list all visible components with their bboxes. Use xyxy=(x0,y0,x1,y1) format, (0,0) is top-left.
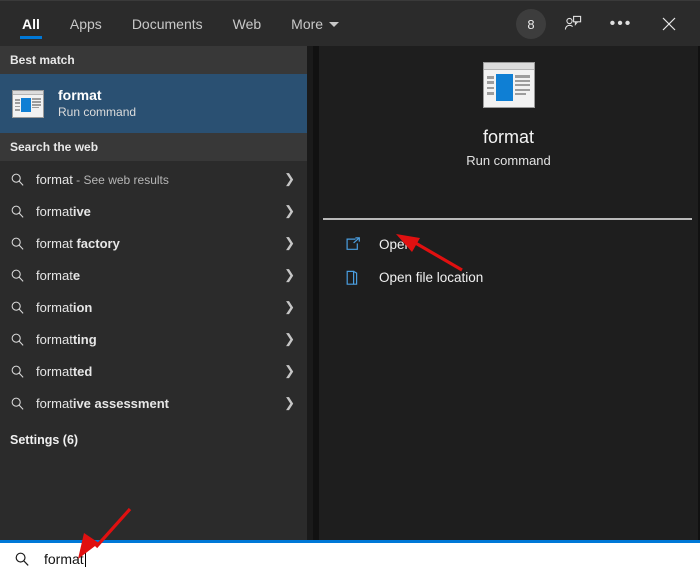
tab-list: All Apps Documents Web More xyxy=(20,1,341,47)
settings-header: Settings (6) xyxy=(0,427,307,453)
ellipsis-icon[interactable]: ••• xyxy=(600,1,642,47)
open-action[interactable]: Open xyxy=(319,228,698,261)
tab-documents-label: Documents xyxy=(132,16,203,32)
list-item-label: formatted xyxy=(36,364,284,379)
web-suggestion-list: format - See web results ❯ formative ❯ xyxy=(0,161,307,419)
tab-more[interactable]: More xyxy=(289,1,341,47)
search-magnifier-icon xyxy=(10,204,36,219)
list-item[interactable]: format factory ❯ xyxy=(0,227,307,259)
list-item[interactable]: formate ❯ xyxy=(0,259,307,291)
list-item-label: formation xyxy=(36,300,284,315)
tab-apps[interactable]: Apps xyxy=(68,1,104,47)
chevron-right-icon: ❯ xyxy=(284,267,295,283)
search-tab-bar: All Apps Documents Web More 8 xyxy=(0,0,700,46)
run-command-window-icon xyxy=(12,90,44,118)
feedback-person-icon[interactable] xyxy=(552,1,594,47)
list-item[interactable]: formative assessment ❯ xyxy=(0,387,307,419)
chevron-right-icon: ❯ xyxy=(284,331,295,347)
open-action-label: Open xyxy=(379,237,412,252)
search-magnifier-icon xyxy=(10,236,36,251)
search-input[interactable]: format xyxy=(44,551,84,567)
results-panel: Best match format Run command xyxy=(0,46,307,540)
list-item[interactable]: format - See web results ❯ xyxy=(0,163,307,195)
open-file-location-label: Open file location xyxy=(379,270,483,285)
list-item[interactable]: formatting ❯ xyxy=(0,323,307,355)
chevron-right-icon: ❯ xyxy=(284,171,295,187)
list-item-label: formative assessment xyxy=(36,396,284,411)
preview-panel: format Run command Open xyxy=(313,46,700,540)
best-match-header: Best match xyxy=(0,46,307,74)
chevron-right-icon: ❯ xyxy=(284,203,295,219)
open-file-location-action[interactable]: Open file location xyxy=(319,261,698,294)
run-command-window-icon xyxy=(483,62,535,108)
search-magnifier-icon xyxy=(10,300,36,315)
open-external-icon xyxy=(345,237,379,252)
tab-web[interactable]: Web xyxy=(231,1,264,47)
window-controls: 8 ••• xyxy=(516,1,690,47)
search-the-web-header: Search the web xyxy=(0,133,307,161)
chevron-right-icon: ❯ xyxy=(284,363,295,379)
folder-open-icon xyxy=(345,270,379,286)
search-magnifier-icon xyxy=(10,172,36,187)
tab-all[interactable]: All xyxy=(20,1,42,47)
tab-apps-label: Apps xyxy=(70,16,102,32)
tab-documents[interactable]: Documents xyxy=(130,1,205,47)
tab-more-label: More xyxy=(291,16,323,32)
close-icon[interactable] xyxy=(648,1,690,47)
avatar[interactable]: 8 xyxy=(516,9,546,39)
search-magnifier-icon xyxy=(10,332,36,347)
list-item[interactable]: formatted ❯ xyxy=(0,355,307,387)
windows-search-window: All Apps Documents Web More 8 xyxy=(0,0,700,574)
list-item-label: formatting xyxy=(36,332,284,347)
best-match-subtitle: Run command xyxy=(58,104,136,121)
list-item-label: format - See web results xyxy=(36,172,284,187)
search-magnifier-icon xyxy=(10,396,36,411)
list-item[interactable]: formation ❯ xyxy=(0,291,307,323)
text-cursor xyxy=(85,550,86,567)
chevron-right-icon: ❯ xyxy=(284,235,295,251)
search-magnifier-icon xyxy=(10,268,36,283)
chevron-down-icon xyxy=(329,22,339,27)
list-item-label: format factory xyxy=(36,236,284,251)
tab-web-label: Web xyxy=(233,16,262,32)
chevron-right-icon: ❯ xyxy=(284,299,295,315)
preview-subtitle: Run command xyxy=(466,150,551,172)
avatar-badge: 8 xyxy=(527,17,534,32)
list-item[interactable]: formative ❯ xyxy=(0,195,307,227)
search-magnifier-icon xyxy=(0,551,44,567)
chevron-right-icon: ❯ xyxy=(284,395,295,411)
preview-summary: format Run command xyxy=(319,46,698,218)
list-item-label: formate xyxy=(36,268,284,283)
best-match-title: format xyxy=(58,86,136,104)
preview-title: format xyxy=(483,124,534,150)
tab-all-label: All xyxy=(22,16,40,32)
preview-actions: Open Open file location xyxy=(319,228,698,294)
search-magnifier-icon xyxy=(10,364,36,379)
best-match-item[interactable]: format Run command xyxy=(0,74,307,133)
search-bar[interactable]: format xyxy=(0,540,700,574)
ellipsis-glyph: ••• xyxy=(610,19,633,29)
preview-divider xyxy=(323,218,692,220)
list-item-label: formative xyxy=(36,204,284,219)
